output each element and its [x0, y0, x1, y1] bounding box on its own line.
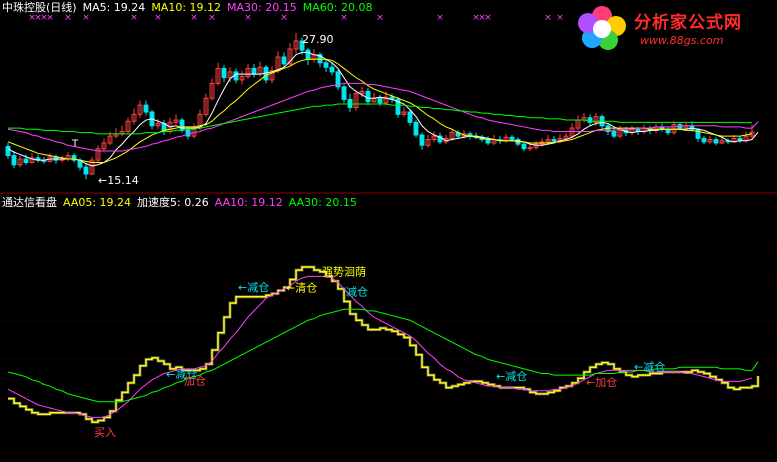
- candle-body-118: [713, 139, 719, 144]
- candle-body-67: [407, 111, 413, 123]
- top-marker-10: ×: [244, 13, 252, 23]
- candle-body-60: [365, 90, 371, 103]
- candle-body-41: [251, 67, 257, 75]
- ma60-value: MA60: 20.08: [302, 1, 373, 14]
- top-marker-9: ×: [208, 13, 216, 23]
- signal-label-0: 买入: [94, 426, 116, 439]
- candle-body-50: [305, 49, 311, 60]
- top-pane-legend: 中珠控股(日线) MA5: 19.24 MA10: 19.12 MA30: 20.15…: [2, 1, 378, 14]
- candle-body-68: [413, 121, 419, 136]
- bottom-pane-legend: 通达信看盘 AA05: 19.24 加速度5: 0.26 AA10: 19.12 AA3…: [2, 196, 363, 209]
- ma-line-ma5: [7, 51, 759, 167]
- candle-body-38: [233, 71, 239, 81]
- signal-label-7: ←减仓: [496, 369, 527, 383]
- low-price-label: ←15.14: [98, 174, 139, 187]
- top-marker-5: ×: [82, 13, 90, 23]
- ma10-value: MA10: 19.12: [151, 1, 222, 14]
- candle-body-36: [221, 67, 227, 79]
- top-marker-4: ×: [64, 13, 72, 23]
- top-marker-18: ×: [544, 13, 552, 23]
- t-marker-label: T: [71, 138, 79, 149]
- candle-body-29: [179, 119, 185, 131]
- candle-body-1: [11, 155, 17, 166]
- candle-body-80: [485, 139, 491, 144]
- aa05-value: AA05: 19.24: [63, 196, 132, 209]
- candle-body-3: [23, 158, 29, 163]
- aa05-step-shadow: [8, 265, 760, 424]
- candle-body-53: [323, 62, 329, 68]
- logo-title: 分析家公式网: [634, 13, 742, 33]
- top-marker-7: ×: [154, 13, 162, 23]
- signal-label-4: ←清仓: [286, 280, 317, 294]
- candle-body-46: [281, 56, 287, 65]
- signal-label-2: 加仓: [184, 373, 206, 387]
- candle-body-115: [695, 128, 701, 139]
- accel-value: 加速度5: 0.26: [137, 196, 209, 209]
- ma5-value: MA5: 19.24: [82, 1, 146, 14]
- candle-body-57: [347, 98, 353, 108]
- signal-label-8: ←加仓: [586, 375, 617, 389]
- top-marker-11: ×: [280, 13, 288, 23]
- aa10-value: AA10: 19.12: [214, 196, 283, 209]
- signal-label-5: 强势洄荫: [322, 266, 366, 279]
- line-aa30: [7, 308, 759, 403]
- ma-line-ma30: [7, 82, 759, 152]
- ma30-value: MA30: 20.15: [227, 1, 297, 14]
- candle-body-56: [341, 86, 347, 100]
- candle-body-91: [551, 139, 557, 142]
- top-marker-13: ×: [376, 13, 384, 23]
- line-aa10: [7, 275, 753, 418]
- top-marker-17: ×: [484, 13, 492, 23]
- candle-body-13: [83, 166, 89, 175]
- flower-logo-icon: [578, 6, 626, 50]
- signal-label-3: ←减仓: [238, 280, 269, 294]
- signal-label-6: 减仓: [346, 284, 368, 298]
- high-price-label: 27.90: [302, 33, 334, 46]
- top-marker-8: ×: [190, 13, 198, 23]
- candle-body-101: [611, 131, 617, 137]
- logo-url: www.88gs.com: [640, 34, 724, 47]
- top-marker-19: ×: [556, 13, 564, 23]
- candle-body-84: [509, 136, 515, 141]
- candle-body-54: [329, 66, 335, 73]
- bottom-pane-title: 通达信看盘: [2, 196, 57, 209]
- chart-canvas: ×××× × × × × × × × × × × × ××× × ×27.90←15.14T买入←减仓加仓←…: [0, 13, 777, 439]
- top-pane-title: 中珠控股(日线): [2, 1, 77, 14]
- top-marker-12: ×: [340, 13, 348, 23]
- candle-body-86: [521, 143, 527, 150]
- candle-body-69: [419, 134, 425, 146]
- signal-label-9: ←减仓: [634, 360, 665, 374]
- candle-body-116: [701, 137, 707, 143]
- top-marker-6: ×: [130, 13, 138, 23]
- candle-body-110: [665, 128, 671, 134]
- top-marker-3: ×: [46, 13, 54, 23]
- candle-body-62: [377, 97, 383, 104]
- candle-body-23: [143, 104, 149, 113]
- top-marker-14: ×: [436, 13, 444, 23]
- aa30-value: AA30: 20.15: [288, 196, 357, 209]
- chart-stage: × × × × × × × × × × × × × × × × × × × × 27.90 ←15.14 T 买入 ←减仓 加仓 ←…: [0, 0, 777, 458]
- candle-body-0: [5, 145, 11, 157]
